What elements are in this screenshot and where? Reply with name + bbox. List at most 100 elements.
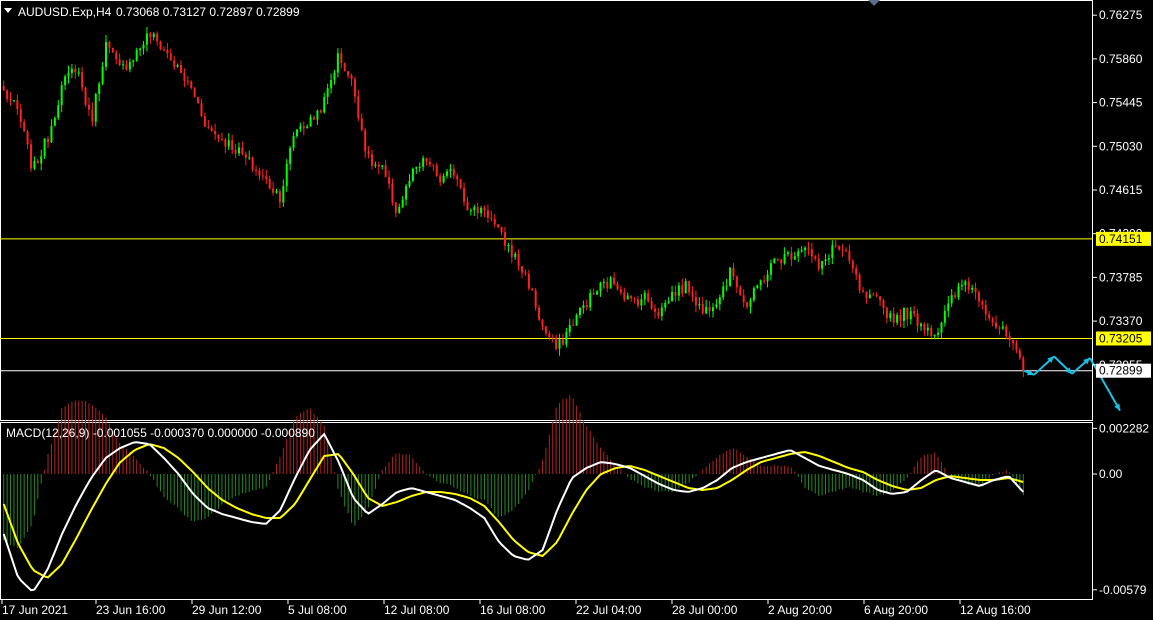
candle-body <box>43 138 46 157</box>
candle-body <box>892 313 895 323</box>
candle-body <box>374 164 377 166</box>
time-tick-label: 22 Jul 04:00 <box>576 603 642 617</box>
candle-body <box>875 294 878 297</box>
candle-body <box>415 167 418 169</box>
candle-body <box>439 175 442 183</box>
candle-body <box>749 300 752 307</box>
candle-body <box>347 71 350 76</box>
candle-body <box>200 103 203 117</box>
candle-body <box>787 252 790 254</box>
candle-body <box>452 169 455 176</box>
candle-body <box>619 289 622 293</box>
candle-body <box>971 287 974 290</box>
candle-body <box>428 162 431 165</box>
candle-body <box>81 72 84 88</box>
ohlc-readout: 0.73068 0.73127 0.72897 0.72899 <box>116 5 300 19</box>
candle-body <box>87 104 90 110</box>
candle-body <box>302 126 305 129</box>
candle-body <box>469 210 472 212</box>
candle-body <box>278 191 281 203</box>
candle-body <box>930 327 933 337</box>
candle-body <box>981 301 984 305</box>
candle-body <box>309 117 312 127</box>
candle-body <box>647 293 650 302</box>
candle-body <box>473 207 476 211</box>
candle-body <box>466 201 469 211</box>
candle-body <box>381 165 384 167</box>
candle-body <box>943 310 946 323</box>
candle-body <box>142 44 145 49</box>
chart-window[interactable]: 0.762750.758600.754450.750300.746150.742… <box>0 0 1153 620</box>
candle-body <box>186 80 189 82</box>
candle-body <box>561 339 564 345</box>
candle-body <box>964 281 967 286</box>
candle-body <box>418 166 421 168</box>
candle-body <box>394 202 397 213</box>
candle-body <box>323 96 326 113</box>
candle-body <box>422 157 425 167</box>
candle-body <box>1015 343 1018 351</box>
candle-body <box>26 131 29 145</box>
candle-body <box>231 140 234 150</box>
candle-body <box>783 253 786 264</box>
candle-body <box>486 210 489 218</box>
candle-body <box>715 304 718 308</box>
candle-body <box>848 251 851 261</box>
candle-body <box>224 139 227 147</box>
candle-body <box>411 168 414 181</box>
candle-body <box>203 116 206 127</box>
candle-body <box>364 130 367 152</box>
candle-body <box>671 292 674 302</box>
candle-body <box>824 259 827 262</box>
candle-body <box>483 207 486 211</box>
candle-body <box>50 125 53 143</box>
candle-body <box>858 274 861 291</box>
candle-body <box>766 274 769 282</box>
candle-body <box>694 297 697 306</box>
candle-body <box>497 224 500 228</box>
candle-body <box>23 122 26 132</box>
candle-body <box>551 337 554 339</box>
candle-body <box>947 303 950 311</box>
candle-body <box>207 126 210 128</box>
candle-body <box>1012 340 1015 344</box>
time-tick-label: 17 Jun 2021 <box>2 603 68 617</box>
candle-body <box>769 263 772 275</box>
candle-body <box>2 86 5 91</box>
candle-body <box>998 327 1001 329</box>
candle-body <box>391 183 394 203</box>
candle-body <box>336 53 339 73</box>
time-tick-label: 23 Jun 16:00 <box>96 603 166 617</box>
candle-body <box>360 118 363 131</box>
candle-body <box>1022 357 1025 371</box>
candle-body <box>353 78 356 97</box>
candle-body <box>865 291 868 299</box>
candle-body <box>405 185 408 200</box>
price-tick-label: 0.74615 <box>1099 183 1143 197</box>
candle-body <box>173 60 176 67</box>
candle-body <box>681 285 684 294</box>
candle-body <box>807 247 810 250</box>
candle-body <box>251 157 254 170</box>
candle-body <box>705 306 708 314</box>
candle-body <box>94 93 97 122</box>
candle-body <box>476 207 479 214</box>
symbol-label: AUDUSD.Exp,H4 <box>18 5 112 19</box>
candle-body <box>19 109 22 123</box>
candle-body <box>657 311 660 317</box>
candle-body <box>988 314 991 319</box>
candle-body <box>937 332 940 335</box>
candle-body <box>319 110 322 113</box>
candle-body <box>851 260 854 269</box>
candle-body <box>841 249 844 251</box>
candle-body <box>585 305 588 308</box>
candle-body <box>74 68 77 73</box>
price-tick-label: 0.73370 <box>1099 314 1143 328</box>
candle-body <box>149 33 152 38</box>
time-tick-label: 29 Jun 12:00 <box>192 603 262 617</box>
candle-body <box>285 163 288 187</box>
candle-body <box>578 307 581 315</box>
candle-body <box>459 179 462 189</box>
time-tick-label: 28 Jul 00:00 <box>672 603 738 617</box>
candle-body <box>933 334 936 337</box>
